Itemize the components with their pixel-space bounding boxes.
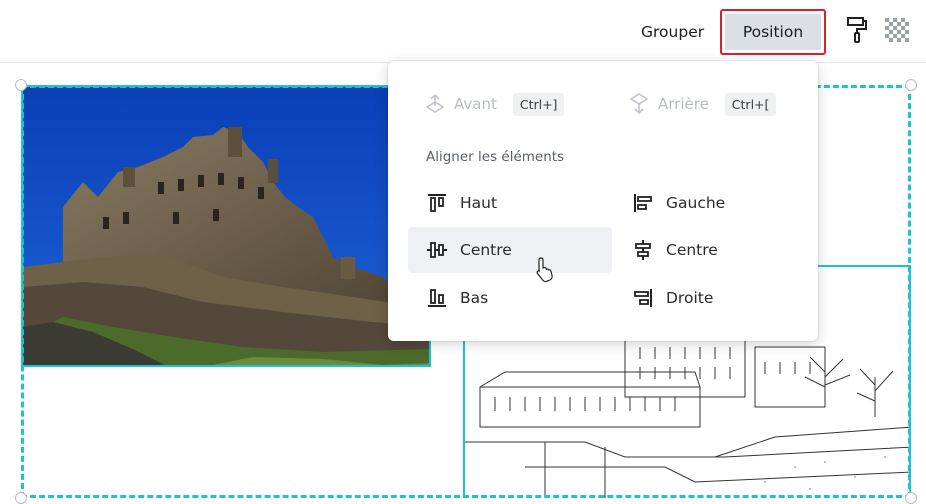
resize-handle-bottom-right[interactable] [905,492,917,504]
bring-forward-icon [425,93,445,113]
align-right-item[interactable]: Droite [624,275,818,321]
transparency-icon[interactable] [885,18,909,42]
align-top-item[interactable]: Haut [418,180,612,226]
position-dropdown: Avant Ctrl+] Arrière Ctrl+[ Aligner les … [388,61,818,341]
group-button[interactable]: Grouper [629,14,716,50]
align-middle-item[interactable]: Centre [408,227,612,273]
align-left-item[interactable]: Gauche [624,180,818,226]
align-bottom-label: Bas [460,289,489,307]
align-section-title: Aligner les éléments [426,149,565,165]
bring-forward-label: Avant [454,95,497,113]
align-left-icon [634,194,652,212]
align-bottom-icon [428,289,446,307]
position-button[interactable]: Position [720,9,826,55]
send-backward-icon [629,93,649,115]
send-backward-shortcut: Ctrl+[ [724,92,777,116]
align-middle-icon [427,242,447,258]
paint-roller-icon[interactable] [845,16,869,44]
send-backward-label: Arrière [658,95,709,113]
align-middle-label: Centre [460,241,512,259]
send-backward-item[interactable]: Arrière Ctrl+[ [628,89,777,119]
align-top-icon [428,194,446,212]
align-center-item[interactable]: Centre [624,227,818,273]
bring-forward-shortcut: Ctrl+] [512,92,565,116]
hand-pointer-icon [536,257,553,282]
align-center-label: Centre [666,241,718,259]
resize-handle-top-left[interactable] [15,79,27,91]
align-center-icon [635,240,651,260]
editor-toolbar: Grouper Position [0,0,926,63]
align-bottom-item[interactable]: Bas [418,275,612,321]
position-button-label: Position [725,14,821,50]
align-right-label: Droite [666,289,714,307]
bring-forward-item[interactable]: Avant Ctrl+] [424,89,565,119]
align-right-icon [634,289,652,307]
align-top-label: Haut [460,194,498,212]
resize-handle-bottom-left[interactable] [15,492,27,504]
resize-handle-top-right[interactable] [905,79,917,91]
align-left-label: Gauche [666,194,726,212]
